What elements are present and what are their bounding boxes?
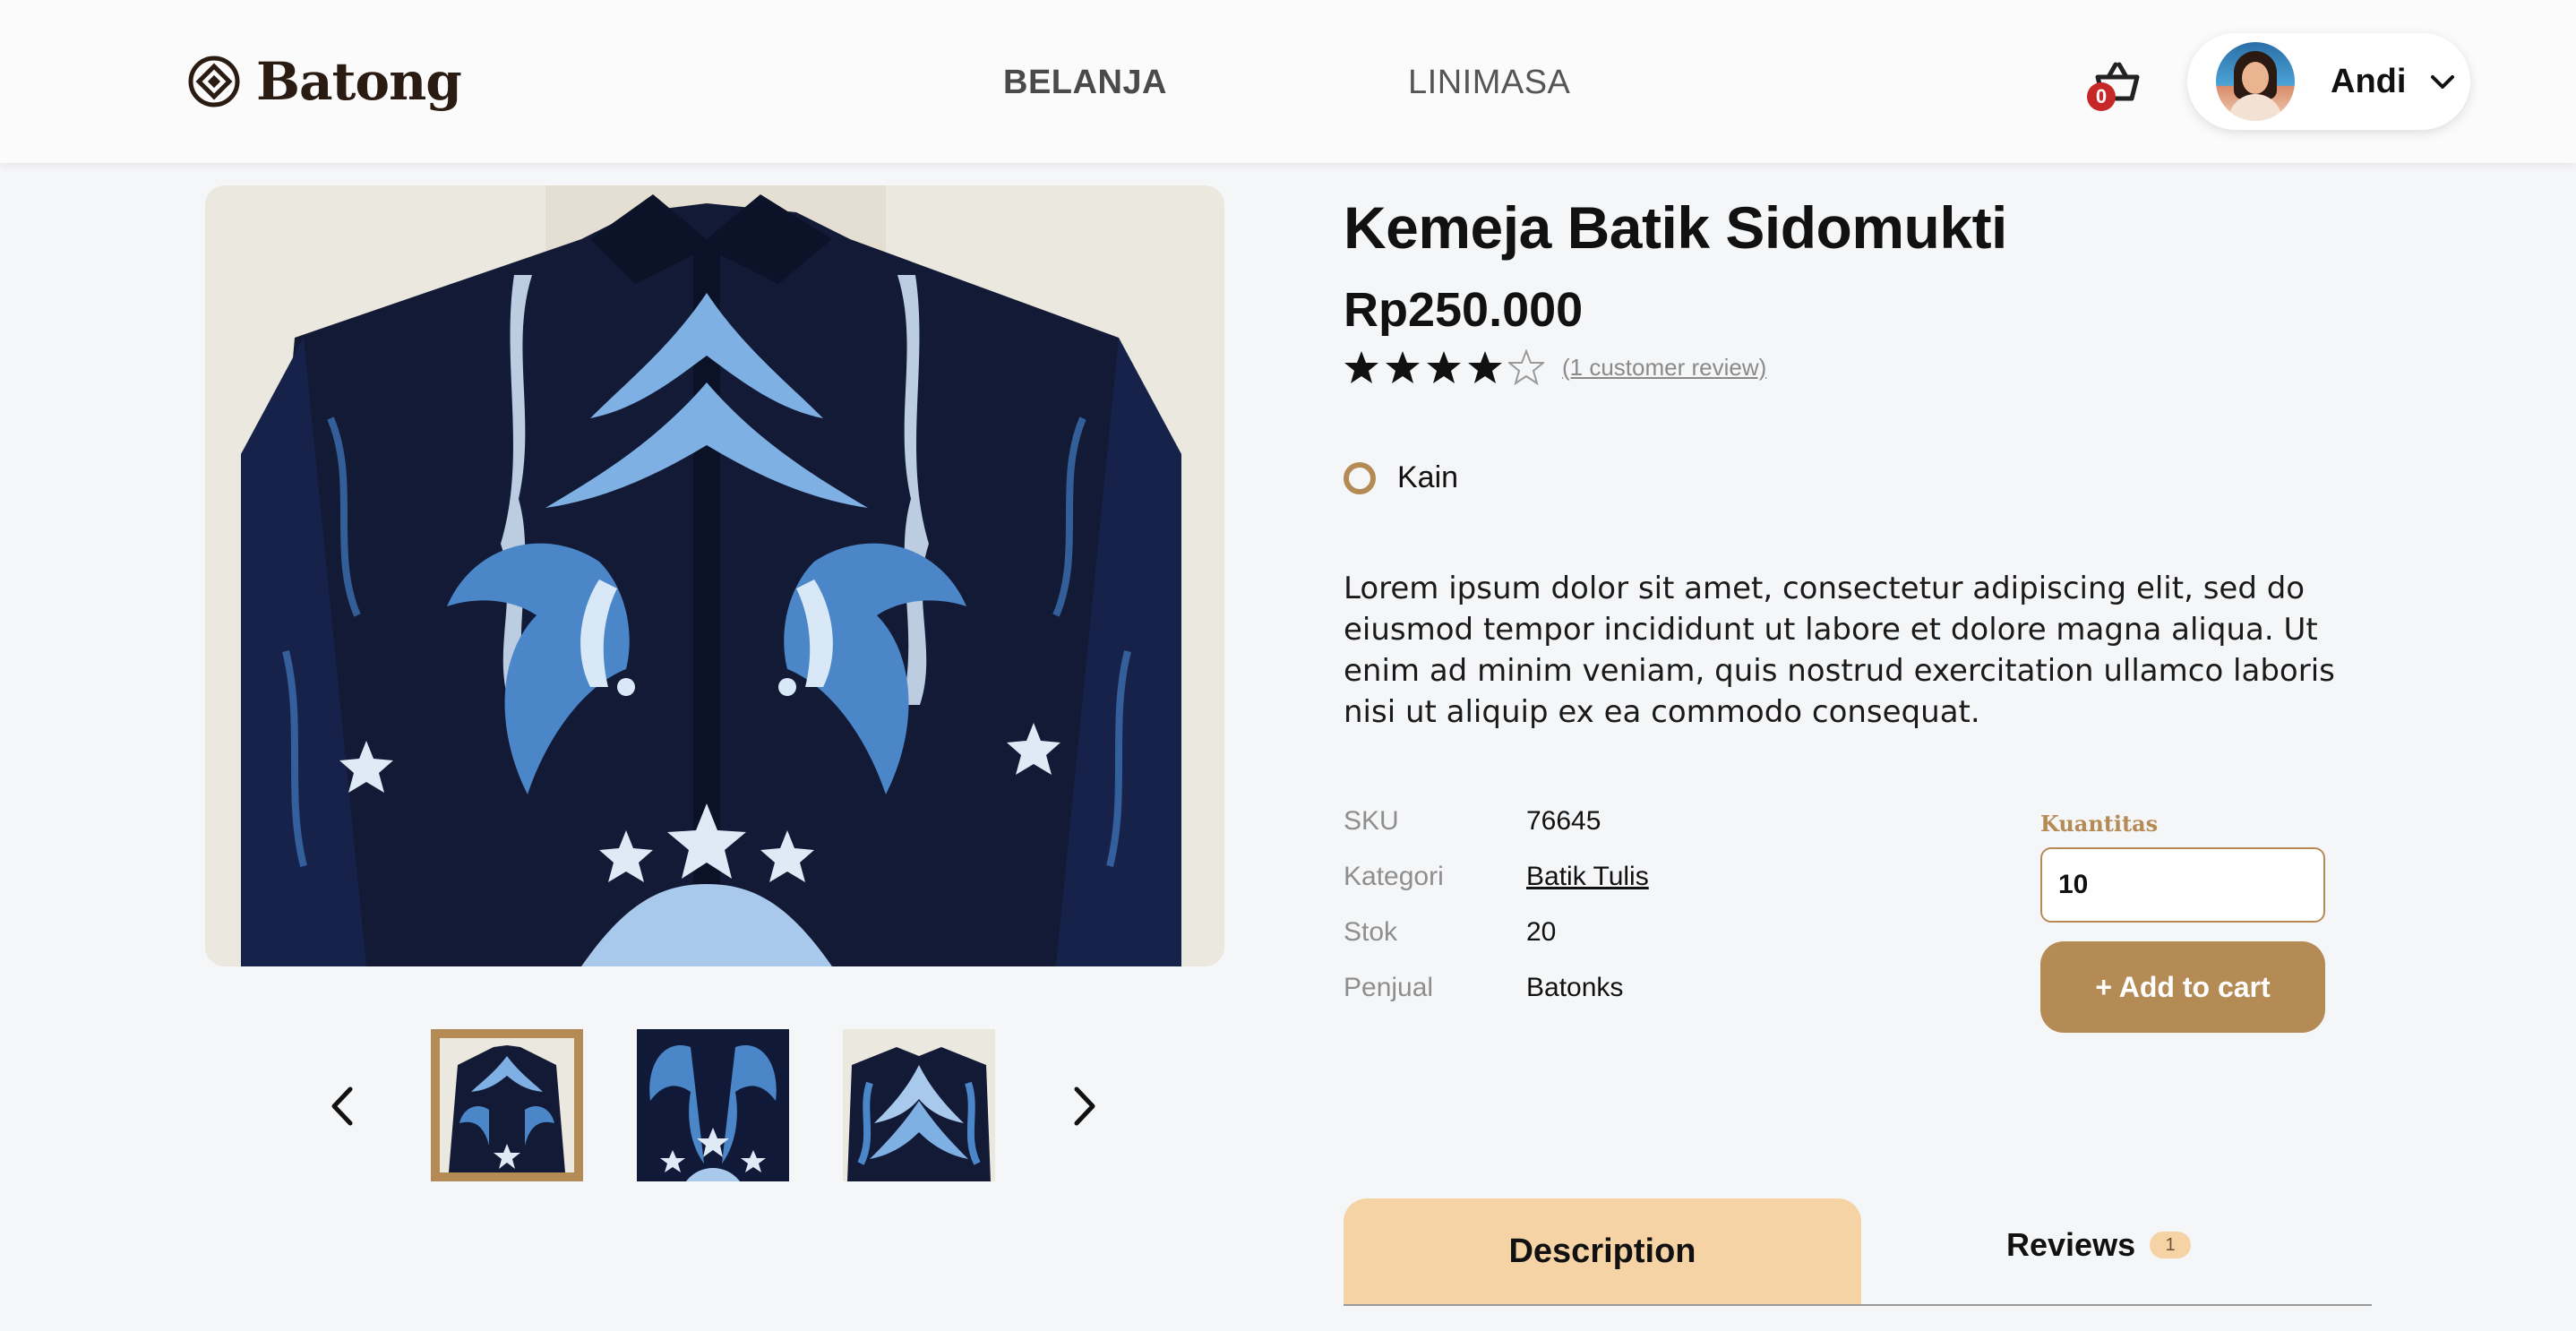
variant-option-label: Kain — [1397, 460, 1459, 494]
variant-option-kain[interactable]: Kain — [1344, 460, 1458, 495]
batik-thumbnail-2-image — [637, 1029, 789, 1181]
radio-button[interactable] — [1344, 461, 1376, 494]
add-to-cart-button[interactable]: + Add to cart — [2040, 941, 2325, 1033]
nav-shop[interactable]: BELANJA — [1003, 63, 1167, 102]
seller-value: Batonks — [1526, 973, 1624, 1002]
product-title: Kemeja Batik Sidomukti — [1344, 194, 2007, 261]
quantity-label: Kuantitas — [2040, 811, 2159, 837]
avatar — [2216, 42, 2295, 121]
cart-button[interactable]: 0 — [2087, 56, 2144, 113]
thumbnail-1[interactable] — [431, 1029, 583, 1181]
quantity-input[interactable] — [2040, 847, 2325, 923]
category-link[interactable]: Batik Tulis — [1526, 859, 1649, 895]
user-menu[interactable]: Andi — [2187, 33, 2470, 130]
top-header: Batong BELANJA LINIMASA 0 Andi — [0, 0, 2576, 163]
tab-description[interactable]: Description — [1344, 1198, 1861, 1304]
chevron-right-icon — [1074, 1086, 1095, 1126]
tab-reviews-label: Reviews — [2006, 1226, 2136, 1263]
star-filled-icon — [1427, 351, 1461, 383]
batik-thumbnail-3-image — [843, 1029, 995, 1181]
stock-label: Stok — [1344, 917, 1398, 947]
chevron-down-icon — [2431, 75, 2455, 89]
diamond-logo-icon — [188, 56, 240, 107]
tab-description-label: Description — [1508, 1232, 1696, 1270]
seller-label: Penjual — [1344, 973, 1434, 1002]
chevron-left-icon — [331, 1086, 353, 1126]
gallery-prev-button[interactable] — [315, 1075, 369, 1138]
batik-shirt-image — [205, 185, 1224, 966]
star-empty-icon — [1508, 349, 1544, 385]
tab-divider — [1344, 1304, 2372, 1306]
batik-thumbnail-1-image — [440, 1038, 574, 1172]
gallery-next-button[interactable] — [1058, 1075, 1112, 1138]
product-main-image[interactable] — [205, 185, 1224, 966]
star-filled-icon — [1386, 351, 1420, 383]
tab-reviews[interactable]: Reviews 1 — [2006, 1218, 2192, 1272]
product-price: Rp250.000 — [1344, 283, 1584, 337]
product-rating: (1 customer review) — [1344, 349, 1766, 385]
user-name: Andi — [2331, 62, 2407, 100]
star-filled-icon — [1344, 351, 1378, 383]
reviews-count-badge: 1 — [2150, 1232, 2192, 1258]
thumbnail-2[interactable] — [637, 1029, 789, 1181]
category-label: Kategori — [1344, 862, 1444, 891]
stock-value: 20 — [1526, 917, 1557, 947]
sku-label: SKU — [1344, 806, 1399, 836]
brand-name: Batong — [256, 51, 462, 112]
cart-count-badge: 0 — [2087, 82, 2116, 111]
star-filled-icon — [1468, 351, 1502, 383]
nav-timeline[interactable]: LINIMASA — [1408, 63, 1570, 102]
thumbnail-3[interactable] — [843, 1029, 995, 1181]
sku-value: 76645 — [1526, 806, 1601, 836]
customer-review-link[interactable]: (1 customer review) — [1562, 354, 1766, 382]
brand-logo[interactable]: Batong — [188, 50, 462, 113]
product-description: Lorem ipsum dolor sit amet, consectetur … — [1344, 571, 2335, 730]
